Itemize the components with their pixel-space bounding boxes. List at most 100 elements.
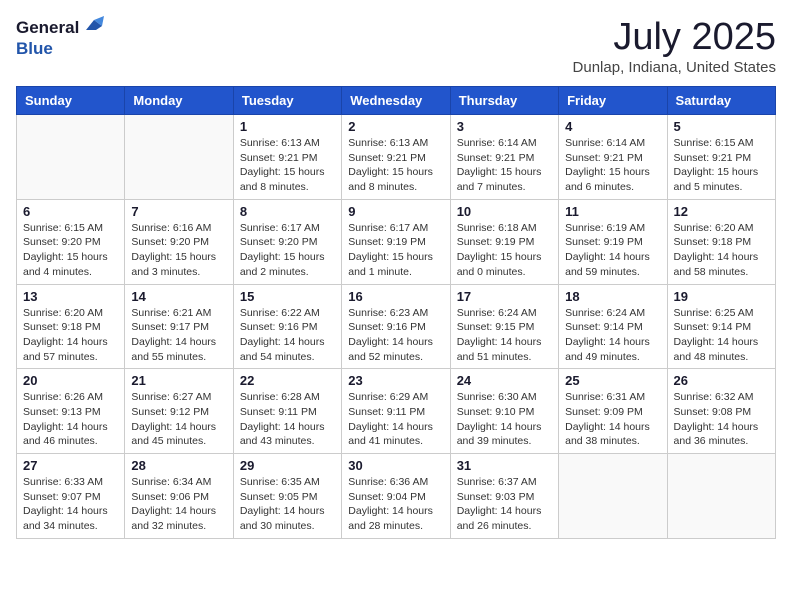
- calendar-cell: 2 Sunrise: 6:13 AM Sunset: 9:21 PM Daylig…: [342, 115, 450, 200]
- calendar-cell: 9 Sunrise: 6:17 AM Sunset: 9:19 PM Daylig…: [342, 199, 450, 284]
- day-info: Sunrise: 6:15 AM Sunset: 9:21 PM Dayligh…: [674, 136, 769, 195]
- day-number: 28: [131, 458, 226, 473]
- calendar-cell: 31Sunrise: 6:37 AM Sunset: 9:03 PM Dayli…: [450, 454, 558, 539]
- calendar-cell: 7Sunrise: 6:16 AM Sunset: 9:20 PM Daylig…: [125, 199, 233, 284]
- day-info: Sunrise: 6:14 AM Sunset: 9:21 PM Dayligh…: [565, 136, 660, 195]
- day-info: Sunrise: 6:34 AM Sunset: 9:06 PM Dayligh…: [131, 475, 226, 534]
- day-number: 1: [240, 119, 335, 134]
- calendar-cell: 21 Sunrise: 6:27 AM Sunset: 9:12 PM Dayli…: [125, 369, 233, 454]
- weekday-header-saturday: Saturday: [667, 87, 775, 115]
- day-info: Sunrise: 6:25 AM Sunset: 9:14 PM Dayligh…: [674, 306, 769, 365]
- day-number: 14: [131, 289, 226, 304]
- week-row-2: 6 Sunrise: 6:15 AM Sunset: 9:20 PM Daylig…: [17, 199, 776, 284]
- calendar-cell: 29 Sunrise: 6:35 AM Sunset: 9:05 PM Dayli…: [233, 454, 341, 539]
- day-number: 6: [23, 204, 118, 219]
- day-number: 20: [23, 373, 118, 388]
- calendar-cell: [17, 115, 125, 200]
- day-number: 29: [240, 458, 335, 473]
- calendar-cell: 11 Sunrise: 6:19 AM Sunset: 9:19 PM Dayli…: [559, 199, 667, 284]
- day-info: Sunrise: 6:24 AM Sunset: 9:15 PM Dayligh…: [457, 306, 552, 365]
- day-info: Sunrise: 6:19 AM Sunset: 9:19 PM Dayligh…: [565, 221, 660, 280]
- day-info: Sunrise: 6:37 AM Sunset: 9:03 PM Dayligh…: [457, 475, 552, 534]
- calendar-cell: 13Sunrise: 6:20 AM Sunset: 9:18 PM Dayli…: [17, 284, 125, 369]
- calendar-cell: [125, 115, 233, 200]
- day-info: Sunrise: 6:20 AM Sunset: 9:18 PM Dayligh…: [23, 306, 118, 365]
- day-number: 12: [674, 204, 769, 219]
- day-info: Sunrise: 6:32 AM Sunset: 9:08 PM Dayligh…: [674, 390, 769, 449]
- day-info: Sunrise: 6:14 AM Sunset: 9:21 PM Dayligh…: [457, 136, 552, 195]
- calendar: SundayMondayTuesdayWednesdayThursdayFrid…: [16, 86, 776, 539]
- day-info: Sunrise: 6:33 AM Sunset: 9:07 PM Dayligh…: [23, 475, 118, 534]
- day-info: Sunrise: 6:13 AM Sunset: 9:21 PM Dayligh…: [240, 136, 335, 195]
- day-number: 5: [674, 119, 769, 134]
- day-info: Sunrise: 6:16 AM Sunset: 9:20 PM Dayligh…: [131, 221, 226, 280]
- day-number: 22: [240, 373, 335, 388]
- calendar-cell: 3 Sunrise: 6:14 AM Sunset: 9:21 PM Daylig…: [450, 115, 558, 200]
- day-info: Sunrise: 6:23 AM Sunset: 9:16 PM Dayligh…: [348, 306, 443, 365]
- week-row-5: 27 Sunrise: 6:33 AM Sunset: 9:07 PM Dayli…: [17, 454, 776, 539]
- day-number: 3: [457, 119, 552, 134]
- day-info: Sunrise: 6:24 AM Sunset: 9:14 PM Dayligh…: [565, 306, 660, 365]
- day-number: 16: [348, 289, 443, 304]
- day-number: 2: [348, 119, 443, 134]
- day-number: 9: [348, 204, 443, 219]
- calendar-cell: 1 Sunrise: 6:13 AM Sunset: 9:21 PM Daylig…: [233, 115, 341, 200]
- day-info: Sunrise: 6:36 AM Sunset: 9:04 PM Dayligh…: [348, 475, 443, 534]
- day-info: Sunrise: 6:20 AM Sunset: 9:18 PM Dayligh…: [674, 221, 769, 280]
- logo-blue: Blue: [16, 39, 53, 58]
- day-number: 17: [457, 289, 552, 304]
- week-row-4: 20 Sunrise: 6:26 AM Sunset: 9:13 PM Dayli…: [17, 369, 776, 454]
- day-number: 25: [565, 373, 660, 388]
- calendar-cell: 23 Sunrise: 6:29 AM Sunset: 9:11 PM Dayli…: [342, 369, 450, 454]
- weekday-header-tuesday: Tuesday: [233, 87, 341, 115]
- calendar-cell: 27 Sunrise: 6:33 AM Sunset: 9:07 PM Dayli…: [17, 454, 125, 539]
- calendar-cell: 24Sunrise: 6:30 AM Sunset: 9:10 PM Dayli…: [450, 369, 558, 454]
- day-info: Sunrise: 6:13 AM Sunset: 9:21 PM Dayligh…: [348, 136, 443, 195]
- week-row-3: 13Sunrise: 6:20 AM Sunset: 9:18 PM Dayli…: [17, 284, 776, 369]
- day-number: 21: [131, 373, 226, 388]
- calendar-cell: [559, 454, 667, 539]
- day-number: 8: [240, 204, 335, 219]
- day-info: Sunrise: 6:28 AM Sunset: 9:11 PM Dayligh…: [240, 390, 335, 449]
- calendar-cell: 14 Sunrise: 6:21 AM Sunset: 9:17 PM Dayli…: [125, 284, 233, 369]
- calendar-cell: 17 Sunrise: 6:24 AM Sunset: 9:15 PM Dayli…: [450, 284, 558, 369]
- calendar-cell: 4Sunrise: 6:14 AM Sunset: 9:21 PM Daylig…: [559, 115, 667, 200]
- calendar-cell: 15 Sunrise: 6:22 AM Sunset: 9:16 PM Dayli…: [233, 284, 341, 369]
- weekday-header-friday: Friday: [559, 87, 667, 115]
- calendar-cell: 6 Sunrise: 6:15 AM Sunset: 9:20 PM Daylig…: [17, 199, 125, 284]
- day-number: 26: [674, 373, 769, 388]
- day-info: Sunrise: 6:27 AM Sunset: 9:12 PM Dayligh…: [131, 390, 226, 449]
- day-info: Sunrise: 6:18 AM Sunset: 9:19 PM Dayligh…: [457, 221, 552, 280]
- day-info: Sunrise: 6:29 AM Sunset: 9:11 PM Dayligh…: [348, 390, 443, 449]
- logo-general: General: [16, 18, 79, 38]
- day-number: 27: [23, 458, 118, 473]
- weekday-header-row: SundayMondayTuesdayWednesdayThursdayFrid…: [17, 87, 776, 115]
- calendar-cell: 28 Sunrise: 6:34 AM Sunset: 9:06 PM Dayli…: [125, 454, 233, 539]
- day-number: 15: [240, 289, 335, 304]
- calendar-cell: 8Sunrise: 6:17 AM Sunset: 9:20 PM Daylig…: [233, 199, 341, 284]
- day-number: 23: [348, 373, 443, 388]
- weekday-header-thursday: Thursday: [450, 87, 558, 115]
- calendar-cell: 22 Sunrise: 6:28 AM Sunset: 9:11 PM Dayli…: [233, 369, 341, 454]
- day-info: Sunrise: 6:22 AM Sunset: 9:16 PM Dayligh…: [240, 306, 335, 365]
- calendar-cell: [667, 454, 775, 539]
- logo: General Blue: [16, 16, 104, 59]
- day-info: Sunrise: 6:26 AM Sunset: 9:13 PM Dayligh…: [23, 390, 118, 449]
- calendar-cell: 30Sunrise: 6:36 AM Sunset: 9:04 PM Dayli…: [342, 454, 450, 539]
- day-info: Sunrise: 6:15 AM Sunset: 9:20 PM Dayligh…: [23, 221, 118, 280]
- weekday-header-wednesday: Wednesday: [342, 87, 450, 115]
- calendar-cell: 20 Sunrise: 6:26 AM Sunset: 9:13 PM Dayli…: [17, 369, 125, 454]
- header: General Blue July 2025 Dunlap, Indiana, …: [16, 16, 776, 76]
- location: Dunlap, Indiana, United States: [573, 59, 776, 76]
- day-number: 11: [565, 204, 660, 219]
- calendar-cell: 5 Sunrise: 6:15 AM Sunset: 9:21 PM Daylig…: [667, 115, 775, 200]
- day-info: Sunrise: 6:21 AM Sunset: 9:17 PM Dayligh…: [131, 306, 226, 365]
- calendar-cell: 26 Sunrise: 6:32 AM Sunset: 9:08 PM Dayli…: [667, 369, 775, 454]
- calendar-cell: 25 Sunrise: 6:31 AM Sunset: 9:09 PM Dayli…: [559, 369, 667, 454]
- day-info: Sunrise: 6:17 AM Sunset: 9:19 PM Dayligh…: [348, 221, 443, 280]
- weekday-header-monday: Monday: [125, 87, 233, 115]
- day-info: Sunrise: 6:35 AM Sunset: 9:05 PM Dayligh…: [240, 475, 335, 534]
- calendar-cell: 10Sunrise: 6:18 AM Sunset: 9:19 PM Dayli…: [450, 199, 558, 284]
- day-info: Sunrise: 6:31 AM Sunset: 9:09 PM Dayligh…: [565, 390, 660, 449]
- month-year: July 2025: [573, 16, 776, 59]
